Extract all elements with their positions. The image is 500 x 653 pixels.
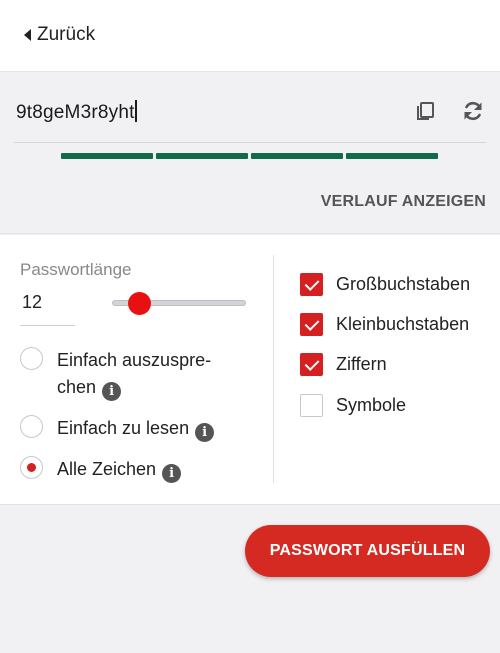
info-icon[interactable]: i [195,423,215,442]
radio-label: Einfach zu lesen i [57,415,215,442]
options-panel: Passwortlänge 12 Einfach auszuspre- chen… [0,235,500,505]
radio-label: Einfach auszuspre- chen i [57,347,211,401]
strength-segment [251,153,343,159]
copy-icon[interactable] [414,100,436,122]
checkbox-digits[interactable]: Ziffern [300,353,387,376]
header: Zurück [0,0,500,72]
checkbox-label: Großbuchstaben [336,274,471,294]
radio-button[interactable] [20,415,43,438]
back-label: Zurück [37,24,96,45]
strength-meter [61,153,438,159]
checkbox-lowercase[interactable]: Kleinbuchstaben [300,313,469,336]
length-label: Passwortlänge [20,260,132,279]
length-underline [20,325,75,326]
strength-segment [156,153,248,159]
radio-button[interactable] [20,347,43,370]
radio-label-text: Alle Zeichen [57,459,157,479]
checkbox-symbols[interactable]: Symbole [300,394,406,417]
radio-label: Alle Zeichen i [57,456,182,483]
password-field[interactable]: 9t8geM3r8yht [16,100,137,124]
checkbox-label: Kleinbuchstaben [336,314,470,334]
password-value: 9t8geM3r8yht [16,102,135,123]
checkbox[interactable] [300,394,323,417]
checkbox-label: Ziffern [336,354,387,374]
strength-segment [346,153,438,159]
refresh-icon[interactable] [462,100,484,122]
length-input[interactable]: 12 [22,292,42,313]
radio-label-text: Einfach zu lesen [57,418,190,438]
checkbox-uppercase[interactable]: Großbuchstaben [300,273,470,296]
show-history-button[interactable]: VERLAUF ANZEIGEN [321,193,486,211]
radio-easy-to-read[interactable]: Einfach zu lesen i [20,415,215,442]
fill-password-button[interactable]: PASSWORT AUSFÜLLEN [245,525,490,577]
info-icon[interactable]: i [162,464,182,483]
radio-label-line2: chen [57,377,97,397]
slider-thumb[interactable] [128,292,151,315]
password-underline [14,142,486,143]
radio-button-selected[interactable] [20,456,43,479]
text-caret [134,100,137,122]
checkbox[interactable] [300,273,323,296]
column-divider [273,255,274,483]
checkbox[interactable] [300,353,323,376]
radio-label-line1: Einfach auszuspre- [57,350,212,370]
info-icon[interactable]: i [102,382,122,401]
radio-all-characters[interactable]: Alle Zeichen i [20,456,182,483]
strength-segment [61,153,153,159]
checkbox-label: Symbole [336,395,407,415]
back-button[interactable]: Zurück [24,24,95,46]
radio-pronounceable[interactable]: Einfach auszuspre- chen i [20,347,211,401]
checkbox[interactable] [300,313,323,336]
caret-left-icon [24,29,31,41]
